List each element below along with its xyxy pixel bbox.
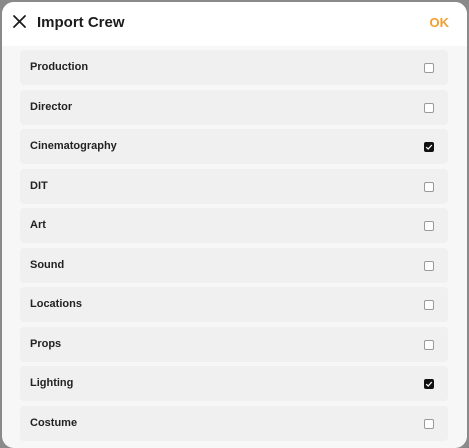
list-item-department[interactable]: Props xyxy=(20,326,448,362)
department-label: Art xyxy=(30,219,46,231)
close-button[interactable] xyxy=(10,12,30,32)
list-item-department[interactable]: Sound xyxy=(20,247,448,283)
list-item-department[interactable]: Costume xyxy=(20,405,448,441)
department-checkbox[interactable] xyxy=(424,181,434,192)
department-label: DIT xyxy=(30,179,48,192)
department-checkbox[interactable] xyxy=(424,260,434,271)
department-checkbox[interactable] xyxy=(424,221,434,231)
import-crew-sheet: Import Crew OK Production Director Cinem… xyxy=(2,2,467,448)
department-label: Costume xyxy=(30,416,78,429)
list-item-department[interactable]: Art xyxy=(20,208,448,243)
list-item-department[interactable]: Cinematography xyxy=(20,129,448,164)
department-checkbox[interactable] xyxy=(424,418,434,429)
department-label: Props xyxy=(30,337,62,350)
department-checkbox[interactable] xyxy=(424,339,434,350)
department-label: Director xyxy=(30,100,73,113)
header-bar: Import Crew OK xyxy=(2,2,467,46)
list-item-department[interactable]: Production xyxy=(20,50,448,85)
close-icon xyxy=(13,15,26,28)
department-label: Cinematography xyxy=(30,140,117,152)
department-label: Sound xyxy=(30,258,65,271)
department-checkbox[interactable] xyxy=(424,142,434,152)
checkmark-icon xyxy=(425,144,433,150)
checkmark-icon xyxy=(425,381,433,387)
department-label: Locations xyxy=(30,298,82,310)
list-item-department[interactable]: DIT xyxy=(20,168,448,204)
list-item-department[interactable]: Director xyxy=(20,89,448,125)
department-list: Production Director Cinematography DIT A… xyxy=(20,50,448,445)
list-item-department[interactable]: Locations xyxy=(20,287,448,322)
department-checkbox[interactable] xyxy=(424,379,434,389)
department-checkbox[interactable] xyxy=(424,300,434,310)
department-checkbox[interactable] xyxy=(424,102,434,113)
ok-button[interactable]: OK xyxy=(430,14,450,32)
list-item-department[interactable]: Lighting xyxy=(20,366,448,401)
department-label: Lighting xyxy=(30,377,74,389)
page-title: Import Crew xyxy=(37,14,125,31)
department-label: Production xyxy=(30,61,89,73)
department-checkbox[interactable] xyxy=(424,63,434,73)
